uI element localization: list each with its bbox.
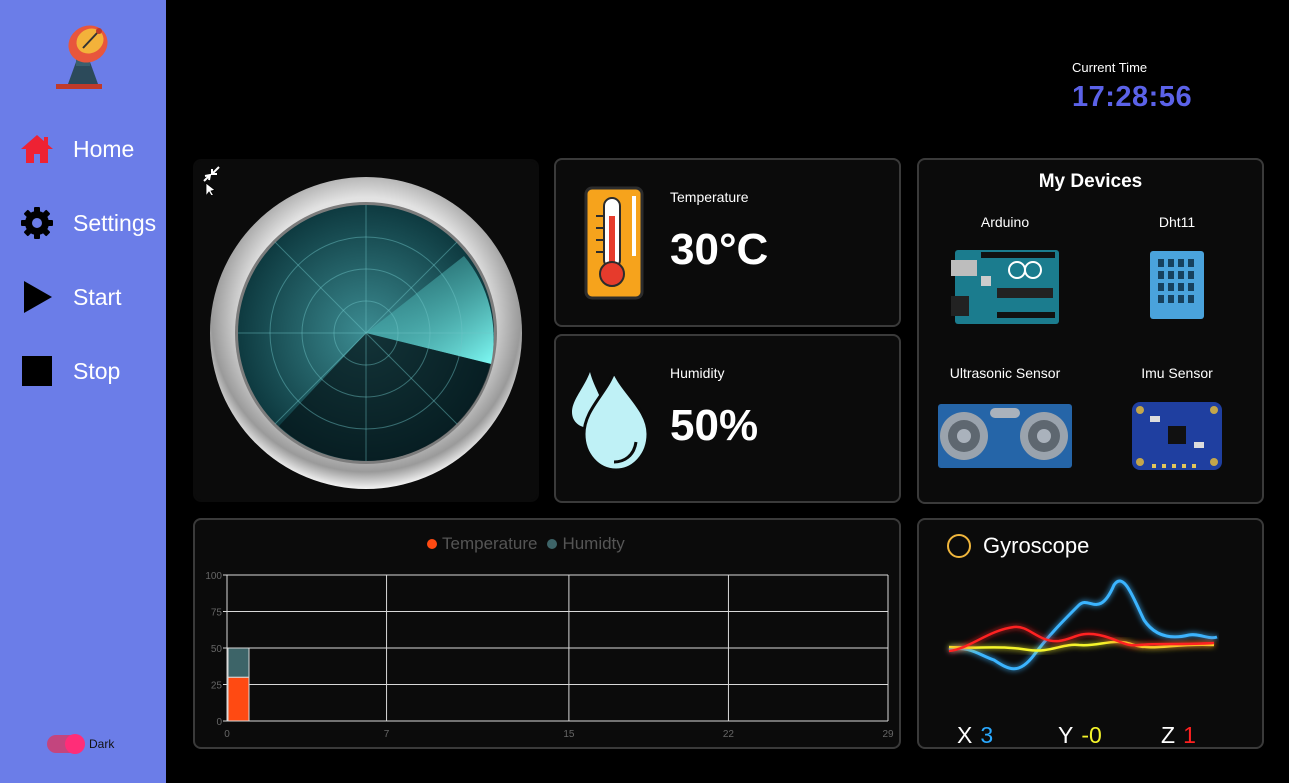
y-tick-label: 100	[205, 571, 222, 582]
my-devices-card: My Devices Arduino Dht11 Ultrasonic Sens…	[917, 158, 1264, 504]
water-drops-icon	[570, 368, 650, 479]
dht11-sensor-icon[interactable]	[1150, 251, 1204, 324]
imu-sensor-icon[interactable]	[1132, 402, 1222, 475]
temperature-humidity-chart: Temperature Humidty 0 25 50 75 100 0 7 15 22 29	[193, 518, 901, 749]
play-icon	[18, 278, 56, 316]
gyro-x-readout: X 3	[957, 722, 993, 749]
ultrasonic-sensor-icon[interactable]	[938, 404, 1072, 473]
bar-humidity	[227, 647, 250, 678]
nav-settings[interactable]: Settings	[18, 201, 166, 245]
gyro-y-label: Y	[1058, 722, 1074, 748]
device-label-ultrasonic: Ultrasonic Sensor	[949, 365, 1061, 381]
temperature-card: Temperature 30°C	[554, 158, 901, 327]
y-tick-label: 0	[216, 717, 222, 728]
y-tick-label: 50	[211, 644, 223, 655]
devices-title: My Devices	[1038, 171, 1143, 192]
current-time-value: 17:28:56	[1072, 81, 1193, 113]
nav-settings-label: Settings	[73, 209, 157, 236]
gyroscope-indicator-icon	[947, 534, 971, 558]
x-tick-label: 22	[723, 729, 735, 740]
current-time-label: Current Time	[1072, 60, 1148, 75]
gyro-x-label: X	[957, 722, 973, 748]
temperature-label: Temperature	[670, 189, 749, 205]
nav-home[interactable]: Home	[18, 127, 166, 171]
toggle-knob	[65, 734, 85, 754]
device-label-imu: Imu Sensor	[1141, 365, 1213, 381]
gyro-y-value: -0	[1081, 722, 1102, 748]
device-label-arduino: Arduino	[980, 214, 1030, 230]
x-tick-label: 15	[563, 729, 575, 740]
theme-toggle[interactable]: Dark	[47, 734, 115, 754]
bar-temperature	[227, 676, 250, 722]
stop-icon	[18, 352, 56, 390]
gyroscope-title: Gyroscope	[983, 533, 1090, 558]
theme-toggle-label: Dark	[89, 737, 115, 751]
device-label-dht11: Dht11	[1158, 214, 1196, 230]
gyroscope-waveform	[939, 565, 1219, 690]
chart-plot: 0 25 50 75 100 0 7 15 22 29	[205, 571, 894, 740]
x-tick-label: 7	[384, 729, 390, 740]
nav-home-label: Home	[73, 135, 135, 162]
x-tick-label: 0	[224, 729, 230, 740]
humidity-label: Humidity	[670, 365, 725, 381]
sidebar: Home Settings Start Stop Dark	[0, 0, 166, 783]
thermometer-icon	[584, 186, 644, 305]
temperature-value: 30°C	[670, 225, 769, 274]
humidity-card: Humidity 50%	[554, 334, 901, 503]
y-tick-label: 75	[211, 608, 223, 619]
theme-toggle-switch[interactable]	[47, 734, 85, 754]
gyro-z-label: Z	[1161, 722, 1176, 748]
nav-start[interactable]: Start	[18, 275, 166, 319]
gear-icon	[18, 204, 56, 242]
gyro-x-value: 3	[980, 722, 994, 748]
radar-display	[209, 176, 523, 490]
x-tick-label: 29	[882, 729, 894, 740]
current-time: Current Time 17:28:56	[1072, 60, 1192, 114]
gyroscope-card: Gyroscope X 3 Y -0 Z 1	[917, 518, 1264, 749]
gyro-y-readout: Y -0	[1058, 722, 1102, 749]
nav-start-label: Start	[73, 283, 122, 310]
gyro-z-value: 1	[1183, 722, 1196, 748]
nav-stop[interactable]: Stop	[18, 349, 166, 393]
gyroscope-header: Gyroscope	[947, 533, 1089, 559]
radar-panel	[193, 159, 539, 502]
humidity-value: 50%	[670, 401, 759, 450]
nav-stop-label: Stop	[73, 357, 121, 384]
satellite-dish-logo	[50, 20, 116, 92]
arduino-board-icon[interactable]	[951, 246, 1059, 329]
gyro-z-readout: Z 1	[1161, 722, 1196, 749]
y-tick-label: 25	[211, 681, 223, 692]
home-icon	[18, 130, 56, 168]
